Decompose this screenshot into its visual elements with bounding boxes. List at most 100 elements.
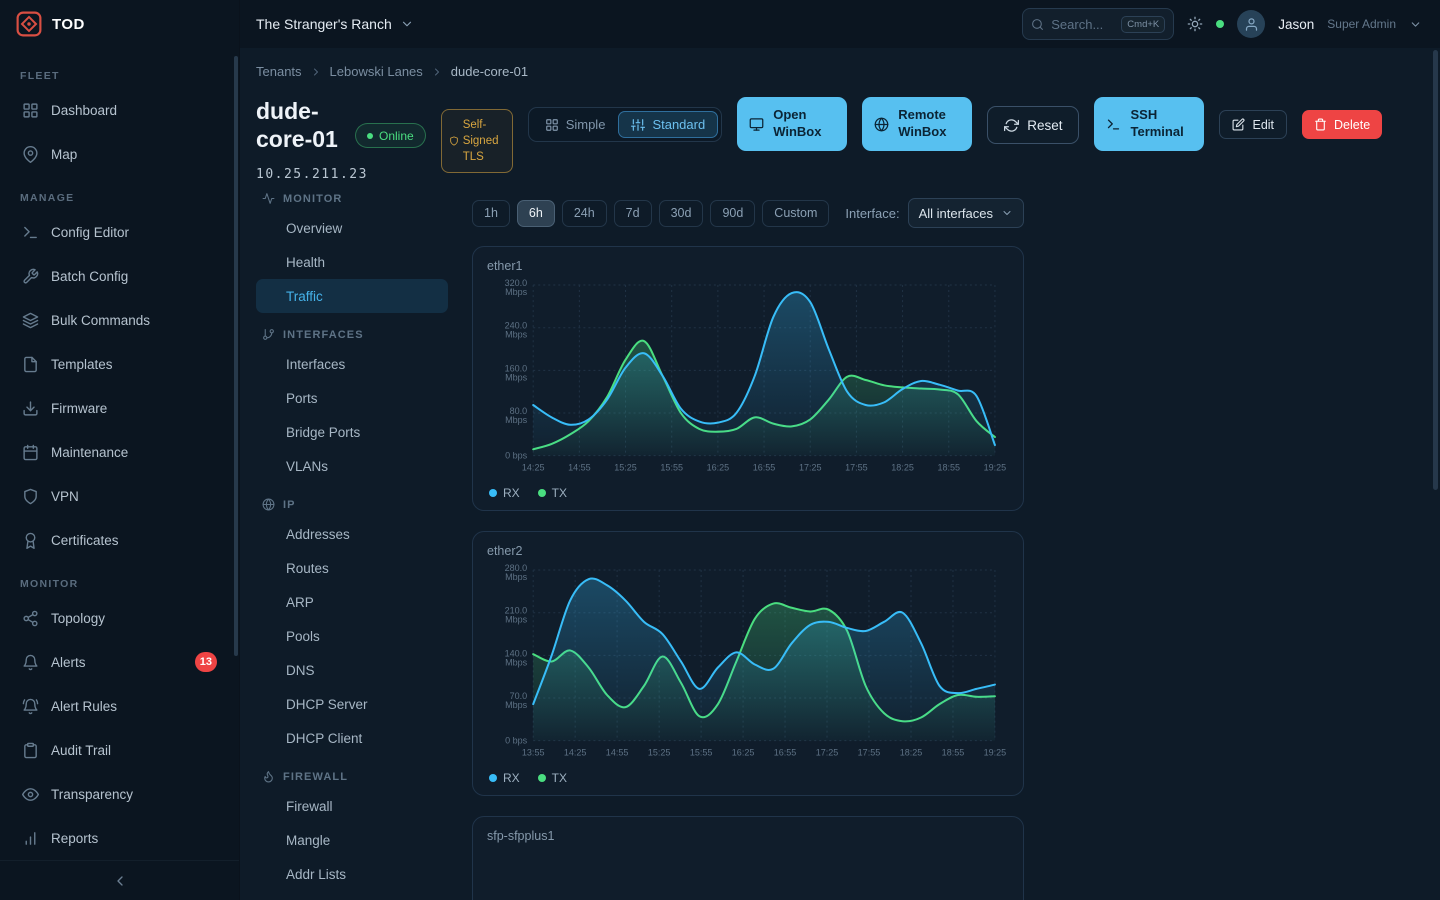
sidebar-item-label: Firmware [51, 401, 107, 416]
sidebar-item-alert-rules[interactable]: Alert Rules [12, 686, 227, 726]
sidebar-item-firmware[interactable]: Firmware [12, 388, 227, 428]
subnav-item-dns[interactable]: DNS [256, 653, 448, 687]
ssh-terminal-button[interactable]: SSH Terminal [1094, 97, 1204, 151]
sidebar-item-topology[interactable]: Topology [12, 598, 227, 638]
section-label-manage: MANAGE [20, 192, 219, 204]
refresh-icon [1004, 118, 1019, 133]
globe-icon [262, 498, 275, 511]
sidebar-scrollbar[interactable] [234, 56, 238, 656]
sidebar-collapse-button[interactable] [0, 860, 239, 900]
sidebar-item-batch-config[interactable]: Batch Config [12, 256, 227, 296]
user-role: Super Admin [1327, 17, 1396, 31]
app-window: TOD FLEET Dashboard Map MANAGE Config Ed… [0, 0, 1440, 900]
range-90d[interactable]: 90d [710, 200, 755, 227]
subnav-item-pools[interactable]: Pools [256, 619, 448, 653]
device-subnav: MONITOR Overview Health Traffic INTERFAC… [256, 192, 448, 891]
sidebar-item-label: Reports [51, 831, 98, 846]
svg-text:0 bps: 0 bps [505, 736, 528, 746]
breadcrumb-tenant-name[interactable]: Lebowski Lanes [330, 64, 423, 79]
legend-tx[interactable]: TX [538, 771, 567, 785]
sidebar-item-alerts[interactable]: Alerts 13 [12, 642, 227, 682]
sidebar-item-map[interactable]: Map [12, 134, 227, 174]
subnav-item-addr-lists[interactable]: Addr Lists [256, 857, 448, 891]
tenant-selector[interactable]: The Stranger's Ranch [256, 16, 414, 32]
pencil-icon [1232, 118, 1245, 131]
svg-text:17:55: 17:55 [858, 748, 881, 758]
svg-text:15:25: 15:25 [648, 748, 671, 758]
view-mode-simple[interactable]: Simple [532, 111, 619, 138]
svg-text:Mbps: Mbps [505, 572, 528, 582]
subnav-item-dhcp-server[interactable]: DHCP Server [256, 687, 448, 721]
range-24h[interactable]: 24h [562, 200, 607, 227]
sidebar-item-dashboard[interactable]: Dashboard [12, 90, 227, 130]
tls-warning-badge: Self-Signed TLS [441, 109, 513, 173]
device-ip: 10.25.211.23 [256, 167, 340, 182]
traffic-chart-ether2: 13:5514:2514:5515:2515:5516:2516:5517:25… [487, 562, 1009, 765]
breadcrumb-tenants[interactable]: Tenants [256, 64, 302, 79]
sidebar-item-audit-trail[interactable]: Audit Trail [12, 730, 227, 770]
subnav-item-dhcp-client[interactable]: DHCP Client [256, 721, 448, 755]
sidebar-item-reports[interactable]: Reports [12, 818, 227, 858]
delete-button[interactable]: Delete [1302, 110, 1382, 139]
legend-tx[interactable]: TX [538, 486, 567, 500]
subnav-item-addresses[interactable]: Addresses [256, 517, 448, 551]
range-1h[interactable]: 1h [472, 200, 510, 227]
sidebar-item-maintenance[interactable]: Maintenance [12, 432, 227, 472]
subnav-item-interfaces[interactable]: Interfaces [256, 347, 448, 381]
legend-rx-label: RX [503, 486, 520, 500]
range-6h[interactable]: 6h [517, 200, 555, 227]
edit-button[interactable]: Edit [1219, 110, 1287, 139]
user-menu-chevron-icon[interactable] [1409, 18, 1422, 31]
branch-icon [262, 328, 275, 341]
page-scrollbar[interactable] [1433, 50, 1438, 490]
range-custom[interactable]: Custom [762, 200, 829, 227]
sidebar-item-templates[interactable]: Templates [12, 344, 227, 384]
legend-rx[interactable]: RX [489, 486, 520, 500]
svg-text:19:25: 19:25 [984, 748, 1007, 758]
chevron-right-icon [310, 66, 322, 78]
subnav-item-arp[interactable]: ARP [256, 585, 448, 619]
svg-text:18:55: 18:55 [942, 748, 965, 758]
sidebar-item-label: Batch Config [51, 269, 128, 284]
sidebar-item-label: Map [51, 147, 77, 162]
svg-text:Mbps: Mbps [505, 287, 528, 297]
subnav-item-firewall[interactable]: Firewall [256, 789, 448, 823]
subnav-item-mangle[interactable]: Mangle [256, 823, 448, 857]
search-shortcut-kbd: Cmd+K [1121, 16, 1165, 33]
subnav-item-health[interactable]: Health [256, 245, 448, 279]
tod-logo-icon [16, 11, 42, 37]
reset-button[interactable]: Reset [987, 106, 1079, 144]
subnav-item-routes[interactable]: Routes [256, 551, 448, 585]
view-mode-standard[interactable]: Standard [618, 111, 718, 138]
topbar: The Stranger's Ranch Search... Cmd+K Jas… [240, 0, 1440, 48]
open-winbox-button[interactable]: Open WinBox [737, 97, 847, 151]
remote-winbox-button[interactable]: Remote WinBox [862, 97, 972, 151]
svg-text:14:25: 14:25 [564, 748, 587, 758]
tx-dot-icon [538, 489, 546, 497]
subnav-section-label: MONITOR [283, 193, 342, 205]
button-label: Reset [1027, 118, 1062, 133]
chevron-down-icon [1001, 207, 1013, 219]
subnav-item-ports[interactable]: Ports [256, 381, 448, 415]
svg-text:14:55: 14:55 [568, 463, 591, 473]
view-mode-toggle: Simple Standard [528, 107, 723, 142]
search-placeholder: Search... [1051, 17, 1103, 32]
sidebar-item-vpn[interactable]: VPN [12, 476, 227, 516]
sidebar-item-transparency[interactable]: Transparency [12, 774, 227, 814]
avatar[interactable] [1237, 10, 1265, 38]
chart-title: ether2 [487, 544, 1009, 558]
subnav-item-overview[interactable]: Overview [256, 211, 448, 245]
interface-select[interactable]: All interfaces [908, 198, 1024, 228]
search-input[interactable]: Search... Cmd+K [1022, 8, 1174, 40]
subnav-item-vlans[interactable]: VLANs [256, 449, 448, 483]
legend-rx[interactable]: RX [489, 771, 520, 785]
subnav-item-bridge-ports[interactable]: Bridge Ports [256, 415, 448, 449]
range-7d[interactable]: 7d [614, 200, 652, 227]
sidebar-item-bulk-commands[interactable]: Bulk Commands [12, 300, 227, 340]
subnav-item-traffic[interactable]: Traffic [256, 279, 448, 313]
sidebar-item-config-editor[interactable]: Config Editor [12, 212, 227, 252]
sidebar-item-certificates[interactable]: Certificates [12, 520, 227, 560]
download-icon [22, 400, 39, 417]
theme-toggle-sun-icon[interactable] [1187, 16, 1203, 32]
range-30d[interactable]: 30d [659, 200, 704, 227]
